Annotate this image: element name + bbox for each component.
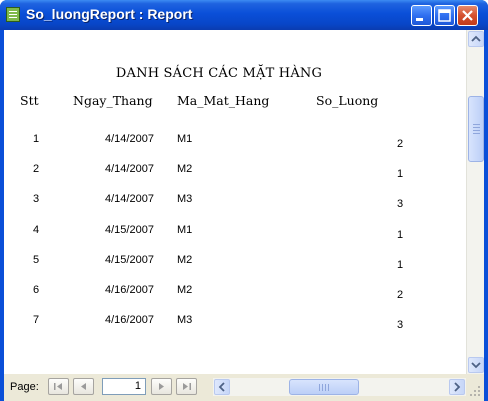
row-4-stt: 4 xyxy=(33,224,40,236)
report-client-area: DANH SÁCH CÁC MẶT HÀNG Stt Ngay_Thang Ma… xyxy=(4,30,484,401)
row-4-ma-mat-hang: M1 xyxy=(177,224,193,236)
row-6-so-luong: 2 xyxy=(397,289,404,301)
thumb-grip-line xyxy=(473,127,480,128)
next-page-icon xyxy=(159,383,164,390)
close-icon xyxy=(462,10,473,21)
row-7-ngay-thang: 4/16/2007 xyxy=(105,314,154,326)
scroll-down-button[interactable] xyxy=(468,357,484,373)
thumb-grip-line xyxy=(473,124,480,125)
maximize-button[interactable] xyxy=(434,5,455,26)
row-2-ngay-thang: 4/14/2007 xyxy=(105,163,154,175)
row-3-so-luong: 3 xyxy=(397,198,404,210)
column-header-so-luong: So_Luong xyxy=(316,93,379,108)
row-5-ma-mat-hang: M2 xyxy=(177,254,193,266)
row-6-stt: 6 xyxy=(33,284,40,296)
row-7-ma-mat-hang: M3 xyxy=(177,314,193,326)
row-1-so-luong: 2 xyxy=(397,138,404,150)
column-header-stt: Stt xyxy=(20,93,39,108)
row-3-ma-mat-hang: M3 xyxy=(177,193,193,205)
row-1-ngay-thang: 4/14/2007 xyxy=(105,133,154,145)
next-page-button[interactable] xyxy=(151,378,172,395)
thumb-grip-line xyxy=(319,384,320,391)
previous-page-button[interactable] xyxy=(73,378,94,395)
report-page: DANH SÁCH CÁC MẶT HÀNG Stt Ngay_Thang Ma… xyxy=(4,30,466,374)
thumb-grip-line xyxy=(473,130,480,131)
scroll-up-button[interactable] xyxy=(468,31,484,47)
row-1-stt: 1 xyxy=(33,133,40,145)
arrow-left-icon xyxy=(218,382,225,392)
horizontal-scrollbar[interactable] xyxy=(213,378,466,396)
vertical-scrollbar[interactable] xyxy=(466,30,484,374)
thumb-grip-line xyxy=(328,384,329,391)
minimize-icon xyxy=(416,18,423,21)
first-page-button[interactable] xyxy=(48,378,69,395)
resize-grip-icon[interactable] xyxy=(468,384,482,398)
column-header-ma-mat-hang: Ma_Mat_Hang xyxy=(177,93,270,108)
arrow-down-icon xyxy=(471,362,481,369)
previous-page-icon xyxy=(81,383,86,390)
last-page-icon xyxy=(183,383,191,390)
title-bar[interactable]: So_luongReport : Report xyxy=(0,0,488,30)
vertical-scroll-thumb[interactable] xyxy=(468,96,484,162)
thumb-grip-line xyxy=(322,384,323,391)
row-3-ngay-thang: 4/14/2007 xyxy=(105,193,154,205)
row-2-ma-mat-hang: M2 xyxy=(177,163,193,175)
column-header-ngay-thang: Ngay_Thang xyxy=(73,93,153,108)
report-app-icon[interactable] xyxy=(6,7,20,22)
thumb-grip-line xyxy=(473,133,480,134)
horizontal-scroll-thumb[interactable] xyxy=(289,379,359,395)
row-4-ngay-thang: 4/15/2007 xyxy=(105,224,154,236)
row-3-stt: 3 xyxy=(33,193,40,205)
arrow-up-icon xyxy=(471,35,481,42)
row-2-stt: 2 xyxy=(33,163,40,175)
window-frame-right xyxy=(484,30,488,401)
window-title: So_luongReport : Report xyxy=(26,6,193,22)
row-7-so-luong: 3 xyxy=(397,319,404,331)
page-label: Page: xyxy=(10,381,39,393)
page-number-input[interactable]: 1 xyxy=(102,378,146,395)
thumb-grip-line xyxy=(325,384,326,391)
scroll-left-button[interactable] xyxy=(214,379,230,395)
row-2-so-luong: 1 xyxy=(397,168,404,180)
row-5-so-luong: 1 xyxy=(397,259,404,271)
minimize-button[interactable] xyxy=(411,5,432,26)
row-4-so-luong: 1 xyxy=(397,229,404,241)
row-6-ngay-thang: 4/16/2007 xyxy=(105,284,154,296)
row-1-ma-mat-hang: M1 xyxy=(177,133,193,145)
row-5-stt: 5 xyxy=(33,254,40,266)
close-button[interactable] xyxy=(457,5,478,26)
last-page-button[interactable] xyxy=(176,378,197,395)
first-page-icon xyxy=(54,383,62,390)
arrow-right-icon xyxy=(454,382,461,392)
row-5-ngay-thang: 4/15/2007 xyxy=(105,254,154,266)
row-7-stt: 7 xyxy=(33,314,40,326)
scroll-right-button[interactable] xyxy=(449,379,465,395)
report-window: So_luongReport : Report DANH SÁCH CÁC MẶ… xyxy=(0,0,488,401)
navigation-bar: Page: 1 xyxy=(4,374,484,401)
row-6-ma-mat-hang: M2 xyxy=(177,284,193,296)
maximize-icon xyxy=(438,9,451,22)
report-heading: DANH SÁCH CÁC MẶT HÀNG xyxy=(115,66,323,81)
